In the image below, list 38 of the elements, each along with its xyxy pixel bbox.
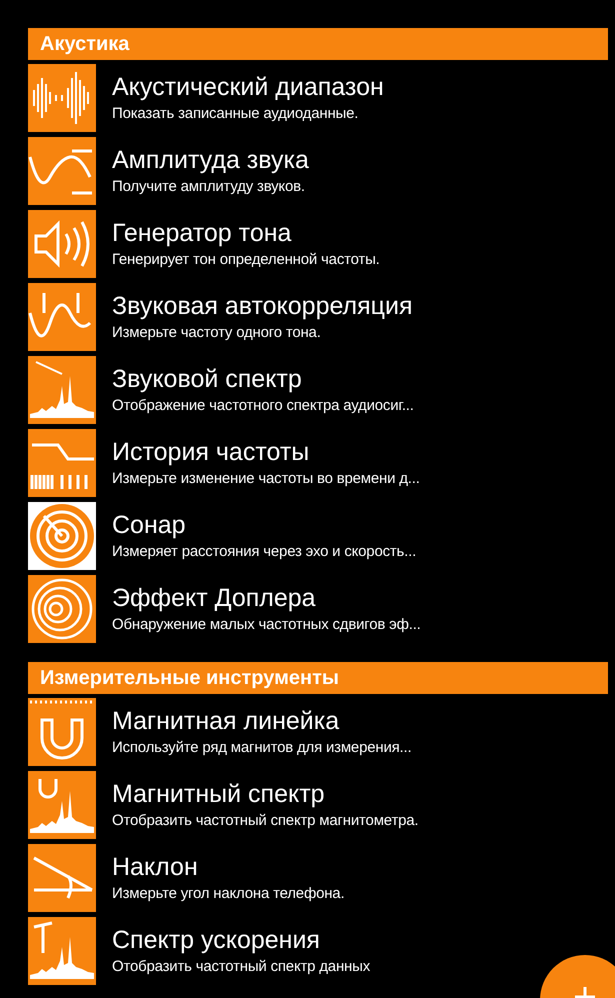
item-subtitle: Измерьте угол наклона телефона. [112, 884, 344, 904]
item-subtitle: Измерьте частоту одного тона. [112, 322, 322, 342]
concentric-circles-icon [28, 574, 96, 642]
item-subtitle: Отобразить частотный спектр данных [112, 956, 370, 976]
waveform-icon [28, 64, 96, 132]
item-subtitle: Показать записанные аудиоданные. [112, 104, 360, 124]
item-title[interactable]: Эффект Доплера [112, 582, 421, 614]
radar-icon [28, 502, 96, 570]
magnet-icon [28, 698, 96, 766]
item-title[interactable]: Амплитуда звука [112, 144, 309, 176]
sine-wave-icon [28, 282, 96, 350]
item-subtitle: Измерьте изменение частоты во времени д... [112, 468, 420, 488]
item-title[interactable]: История частоты [112, 436, 420, 468]
item-title[interactable]: Магнитный спектр [112, 778, 418, 810]
item-title[interactable]: Наклон [112, 850, 344, 882]
item-title[interactable]: Сонар [112, 508, 416, 540]
sine-wave-icon [28, 136, 96, 204]
item-title[interactable]: Магнитная линейка [112, 704, 412, 736]
item-subtitle: Отображение частотного спектра аудиосиг... [112, 396, 414, 416]
angle-icon [28, 844, 96, 912]
item-title[interactable]: Звуковой спектр [112, 362, 414, 394]
item-title[interactable]: Спектр ускорения [112, 924, 370, 956]
step-graph-icon [28, 428, 96, 496]
item-subtitle: Отобразить частотный спектр магнитометра. [112, 810, 418, 830]
hammer-spectrum-icon [28, 916, 96, 984]
item-subtitle: Генерирует тон определенной частоты. [112, 250, 380, 270]
spectrum-icon [28, 356, 96, 424]
speaker-icon [28, 210, 96, 278]
section-header: Измерительные инструменты [28, 662, 608, 694]
section-header: Акустика [28, 28, 608, 60]
item-title[interactable]: Акустический диапазон [112, 70, 384, 102]
item-title[interactable]: Звуковая автокорреляция [112, 290, 413, 322]
item-subtitle: Получите амплитуду звуков. [112, 176, 306, 196]
item-subtitle: Измеряет расстояния через эхо и скорость... [112, 542, 416, 562]
item-subtitle: Обнаружение малых частотных сдвигов эф... [112, 614, 421, 634]
item-title[interactable]: Генератор тона [112, 216, 380, 248]
item-subtitle: Используйте ряд магнитов для измерения... [112, 738, 412, 758]
magnet-spectrum-icon [28, 770, 96, 838]
